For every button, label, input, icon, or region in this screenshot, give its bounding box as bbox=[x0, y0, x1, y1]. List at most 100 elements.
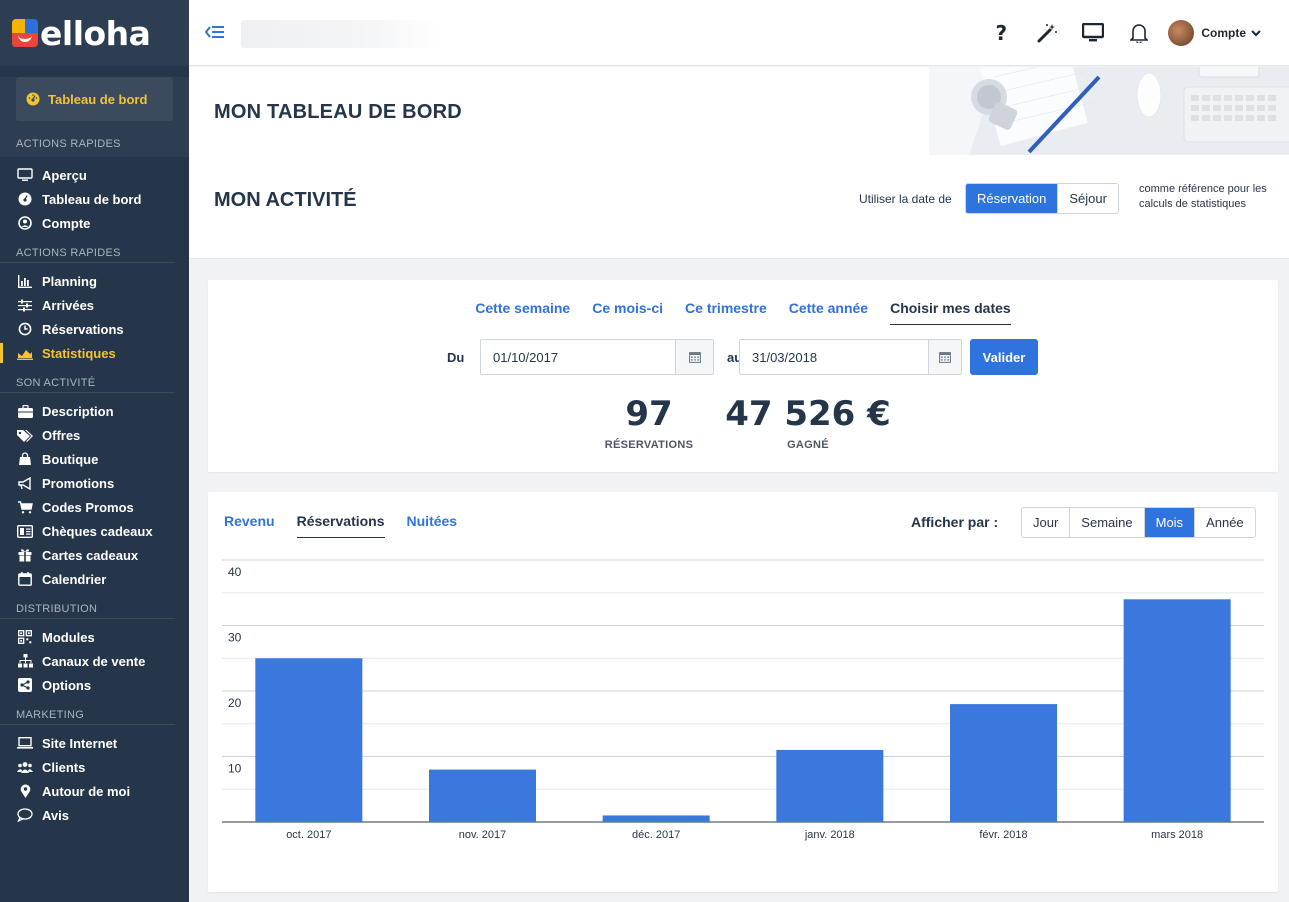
title-band: MON TABLEAU DE BORD bbox=[189, 67, 1289, 155]
chart-card: Revenu Réservations Nuitées Afficher par… bbox=[208, 492, 1278, 892]
sidebar-item-label: Avis bbox=[42, 807, 69, 823]
x-tick-label: nov. 2017 bbox=[459, 829, 507, 841]
x-tick-label: oct. 2017 bbox=[286, 829, 331, 841]
account-menu[interactable]: Compte bbox=[1162, 20, 1289, 46]
top-bar: ? Compte bbox=[189, 0, 1289, 66]
granularity-month[interactable]: Mois bbox=[1143, 508, 1195, 537]
y-tick-label: 20 bbox=[228, 696, 242, 710]
tab-this-quarter[interactable]: Ce trimestre bbox=[685, 300, 767, 325]
sidebar-item-calendrier[interactable]: Calendrier bbox=[16, 567, 189, 591]
sidebar-item-codes-promos[interactable]: Codes Promos bbox=[16, 495, 189, 519]
sidebar-item-offres[interactable]: Offres bbox=[16, 423, 189, 447]
bar[interactable] bbox=[602, 815, 710, 822]
sidebar-item-apercu[interactable]: Aperçu bbox=[16, 163, 189, 187]
granularity-day[interactable]: Jour bbox=[1022, 508, 1070, 537]
reservations-bar-chart: 10 20 30 40 oct. 2017 nov. 2017 déc. 2017 janv.… bbox=[222, 559, 1264, 841]
tags-icon bbox=[16, 427, 34, 443]
x-tick-label: déc. 2017 bbox=[632, 829, 680, 841]
dashboard-button[interactable]: Tableau de bord bbox=[16, 77, 173, 121]
validate-button[interactable]: Valider bbox=[970, 339, 1038, 375]
menu-actions: Aperçu Tableau de bord Compte bbox=[0, 157, 189, 235]
bar[interactable] bbox=[776, 749, 884, 822]
bell-icon[interactable] bbox=[1116, 23, 1162, 43]
help-icon[interactable]: ? bbox=[978, 21, 1024, 45]
tab-this-week[interactable]: Cette semaine bbox=[475, 300, 570, 325]
reference-option-reservation[interactable]: Réservation bbox=[966, 184, 1058, 213]
sidebar-item-planning[interactable]: Planning bbox=[16, 269, 189, 293]
tab-this-year[interactable]: Cette année bbox=[789, 300, 868, 325]
sidebar-item-description[interactable]: Description bbox=[16, 399, 189, 423]
x-tick-label: janv. 2018 bbox=[804, 829, 855, 841]
granularity-year[interactable]: Année bbox=[1194, 508, 1255, 537]
bar[interactable] bbox=[1123, 599, 1231, 822]
laptop-icon bbox=[16, 735, 34, 751]
sidebar-item-label: Codes Promos bbox=[42, 499, 134, 515]
logo-mark-icon bbox=[12, 19, 38, 47]
sidebar-item-options[interactable]: Options bbox=[16, 673, 189, 697]
sidebar-item-tableau-de-bord[interactable]: Tableau de bord bbox=[16, 187, 189, 211]
sidebar-item-label: Calendrier bbox=[42, 571, 107, 587]
menu-marketing: Site Internet Clients Autour de moi Avis bbox=[0, 725, 189, 827]
sidebar-item-arrivees[interactable]: Arrivées bbox=[16, 293, 189, 317]
reference-option-sejour[interactable]: Séjour bbox=[1057, 184, 1118, 213]
sidebar-item-label: Statistiques bbox=[42, 345, 116, 361]
period-card: Cette semaine Ce mois-ci Ce trimestre Ce… bbox=[208, 280, 1278, 472]
users-icon bbox=[16, 759, 34, 775]
sidebar-item-label: Chèques cadeaux bbox=[42, 523, 153, 539]
sidebar-item-modules[interactable]: Modules bbox=[16, 625, 189, 649]
calendar-icon[interactable] bbox=[675, 340, 713, 374]
granularity-week[interactable]: Semaine bbox=[1069, 508, 1144, 537]
sidebar-item-boutique[interactable]: Boutique bbox=[16, 447, 189, 471]
collapse-sidebar-icon[interactable] bbox=[204, 24, 225, 45]
sidebar-item-promotions[interactable]: Promotions bbox=[16, 471, 189, 495]
share-icon bbox=[16, 677, 34, 693]
briefcase-icon bbox=[16, 403, 34, 419]
tab-this-month[interactable]: Ce mois-ci bbox=[592, 300, 663, 325]
dashboard-icon bbox=[16, 191, 34, 207]
section-title: ACTIONS RAPIDES bbox=[0, 243, 175, 263]
sidebar-item-label: Boutique bbox=[42, 451, 99, 467]
search-bar[interactable] bbox=[241, 20, 441, 48]
dashboard-button-label: Tableau de bord bbox=[48, 91, 148, 107]
sidebar-item-cheques-cadeaux[interactable]: Chèques cadeaux bbox=[16, 519, 189, 543]
sidebar-item-label: Cartes cadeaux bbox=[42, 547, 139, 563]
sidebar-item-site-internet[interactable]: Site Internet bbox=[16, 731, 189, 755]
magic-wand-icon[interactable] bbox=[1024, 22, 1070, 44]
sitemap-icon bbox=[16, 653, 34, 669]
bar[interactable] bbox=[429, 769, 536, 822]
sidebar-item-reservations[interactable]: Réservations bbox=[16, 317, 189, 341]
sidebar-item-statistiques[interactable]: Statistiques bbox=[0, 341, 189, 365]
sidebar-item-compte[interactable]: Compte bbox=[16, 211, 189, 235]
tab-nights[interactable]: Nuitées bbox=[407, 513, 458, 538]
sidebar-item-clients[interactable]: Clients bbox=[16, 755, 189, 779]
metric-tabs: Revenu Réservations Nuitées bbox=[224, 513, 479, 538]
tab-reservations[interactable]: Réservations bbox=[296, 513, 385, 538]
to-date-input[interactable] bbox=[740, 340, 928, 374]
activity-title: MON ACTIVITÉ bbox=[214, 189, 357, 211]
area-chart-icon bbox=[16, 345, 34, 361]
x-tick-label: mars 2018 bbox=[1151, 829, 1203, 841]
sidebar-item-autour-de-moi[interactable]: Autour de moi bbox=[16, 779, 189, 803]
bar[interactable] bbox=[255, 658, 363, 822]
chevron-down-icon bbox=[1251, 29, 1261, 37]
sidebar-item-label: Compte bbox=[42, 215, 91, 231]
monitor-icon bbox=[16, 167, 34, 183]
sidebar-item-label: Canaux de vente bbox=[42, 653, 146, 669]
calendar-icon[interactable] bbox=[928, 340, 961, 374]
sidebar: elloha Tableau de bord ACTIONS RAPIDES A… bbox=[0, 0, 189, 902]
date-range-row: Du au Valider bbox=[208, 339, 1278, 375]
sidebar-item-label: Autour de moi bbox=[42, 783, 131, 799]
sidebar-item-canaux-de-vente[interactable]: Canaux de vente bbox=[16, 649, 189, 673]
from-date-input[interactable] bbox=[481, 340, 675, 374]
sidebar-item-label: Réservations bbox=[42, 321, 124, 337]
sidebar-item-label: Tableau de bord bbox=[42, 191, 142, 207]
tab-revenue[interactable]: Revenu bbox=[224, 513, 275, 538]
tab-custom-dates[interactable]: Choisir mes dates bbox=[890, 300, 1011, 325]
sidebar-item-avis[interactable]: Avis bbox=[16, 803, 189, 827]
kpi-label: GAGNÉ bbox=[787, 439, 829, 451]
sidebar-item-cartes-cadeaux[interactable]: Cartes cadeaux bbox=[16, 543, 189, 567]
bar[interactable] bbox=[950, 704, 1057, 822]
monitor-icon[interactable] bbox=[1070, 23, 1116, 43]
gift-icon bbox=[16, 547, 34, 563]
brand-logo[interactable]: elloha bbox=[0, 0, 189, 66]
